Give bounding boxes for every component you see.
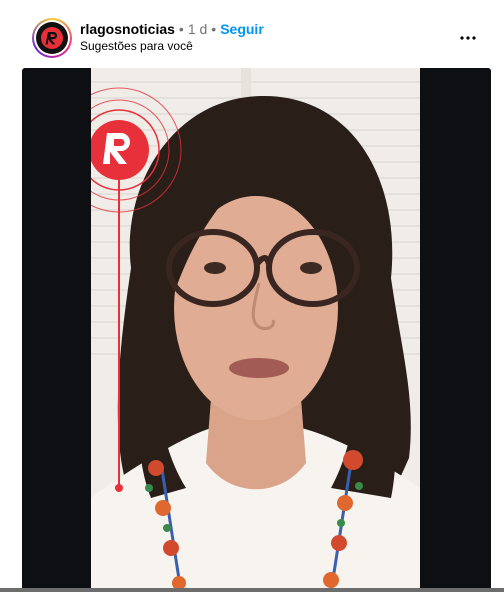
post-video[interactable] (22, 68, 491, 592)
avatar-frame (34, 20, 70, 56)
bottom-scroll-edge (0, 588, 504, 592)
separator-dot: • (211, 21, 217, 37)
more-options-icon[interactable] (456, 26, 480, 50)
r-logo-icon (36, 22, 68, 54)
suggestion-label: Sugestões para você (80, 39, 193, 53)
post-meta: rlagosnoticias • 1 d • Seguir (80, 20, 264, 38)
post-time[interactable]: 1 d (188, 21, 207, 37)
feed-post: rlagosnoticias • 1 d • Seguir Sugestões … (0, 0, 504, 592)
username-link[interactable]: rlagosnoticias (80, 21, 175, 37)
post-header: rlagosnoticias • 1 d • Seguir Sugestões … (0, 0, 504, 64)
video-still (91, 68, 420, 592)
video-frame (91, 68, 420, 592)
follow-button[interactable]: Seguir (220, 21, 264, 37)
separator-dot: • (178, 21, 184, 37)
avatar[interactable] (32, 18, 72, 58)
